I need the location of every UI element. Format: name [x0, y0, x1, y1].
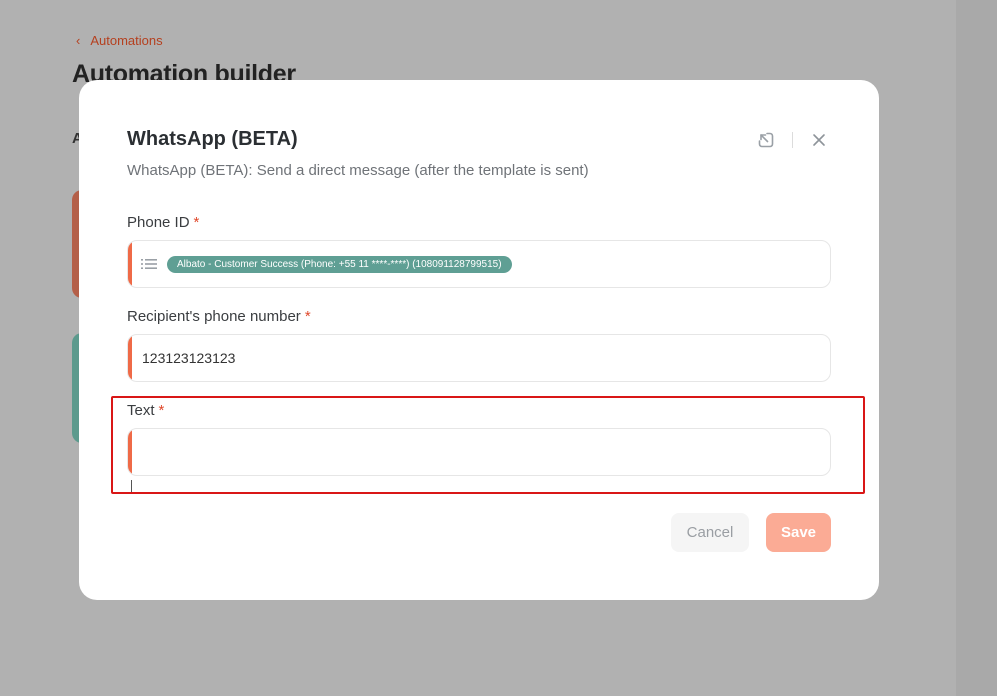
- cancel-button[interactable]: Cancel: [671, 513, 749, 552]
- chevron-left-icon: ‹: [76, 33, 81, 48]
- save-button[interactable]: Save: [766, 513, 831, 552]
- required-mark: *: [304, 308, 311, 325]
- list-icon: [141, 258, 157, 270]
- phone-id-field[interactable]: Albato - Customer Success (Phone: +55 11…: [127, 240, 831, 288]
- modal-subtitle: WhatsApp (BETA): Send a direct message (…: [127, 162, 589, 179]
- phone-id-label-text: Phone ID: [127, 214, 190, 231]
- modal-header-actions: [754, 128, 831, 152]
- breadcrumb[interactable]: ‹ Automations: [76, 33, 163, 48]
- text-field[interactable]: [127, 428, 831, 476]
- close-icon[interactable]: [807, 128, 831, 152]
- phone-id-label: Phone ID *: [127, 214, 199, 231]
- minimize-icon[interactable]: [754, 128, 778, 152]
- required-mark: *: [158, 402, 165, 419]
- recipient-label-text: Recipient's phone number: [127, 308, 301, 325]
- phone-id-chip[interactable]: Albato - Customer Success (Phone: +55 11…: [167, 255, 512, 273]
- text-label: Text *: [127, 402, 164, 419]
- header-divider: [792, 132, 793, 148]
- side-panel: [956, 0, 997, 696]
- modal-title: WhatsApp (BETA): [127, 128, 298, 150]
- field-accent: [128, 335, 132, 381]
- whatsapp-modal: WhatsApp (BETA) WhatsApp (BETA): Send a …: [79, 80, 879, 600]
- recipient-phone-field[interactable]: 123123123123: [127, 334, 831, 382]
- field-accent: [128, 429, 132, 475]
- field-accent: [128, 241, 132, 287]
- recipient-phone-value[interactable]: 123123123123: [142, 350, 235, 366]
- breadcrumb-link[interactable]: Automations: [90, 33, 162, 48]
- recipient-label: Recipient's phone number *: [127, 308, 311, 325]
- required-mark: *: [193, 214, 200, 231]
- text-label-text: Text: [127, 402, 155, 419]
- text-cursor: [131, 480, 132, 494]
